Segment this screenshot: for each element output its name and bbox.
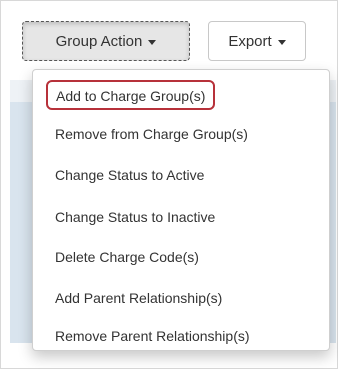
caret-down-icon bbox=[277, 39, 286, 45]
export-label: Export bbox=[228, 32, 272, 50]
menu-item-add-parent-relationship[interactable]: Add Parent Relationship(s) bbox=[55, 288, 222, 308]
export-button[interactable]: Export bbox=[208, 21, 306, 61]
menu-item-delete-charge-code[interactable]: Delete Charge Code(s) bbox=[55, 247, 199, 267]
menu-item-remove-parent-relationship[interactable]: Remove Parent Relationship(s) bbox=[55, 326, 250, 346]
group-action-button[interactable]: Group Action bbox=[22, 21, 190, 61]
menu-item-change-status-inactive[interactable]: Change Status to Inactive bbox=[55, 207, 215, 227]
menu-item-add-to-charge-group[interactable]: Add to Charge Group(s) bbox=[46, 80, 216, 110]
group-action-label: Group Action bbox=[55, 32, 143, 50]
menu-item-remove-from-charge-group[interactable]: Remove from Charge Group(s) bbox=[55, 124, 248, 144]
caret-down-icon bbox=[148, 39, 157, 45]
menu-item-change-status-active[interactable]: Change Status to Active bbox=[55, 165, 204, 185]
group-action-dropdown-menu: Add to Charge Group(s) Remove from Charg… bbox=[32, 69, 330, 351]
